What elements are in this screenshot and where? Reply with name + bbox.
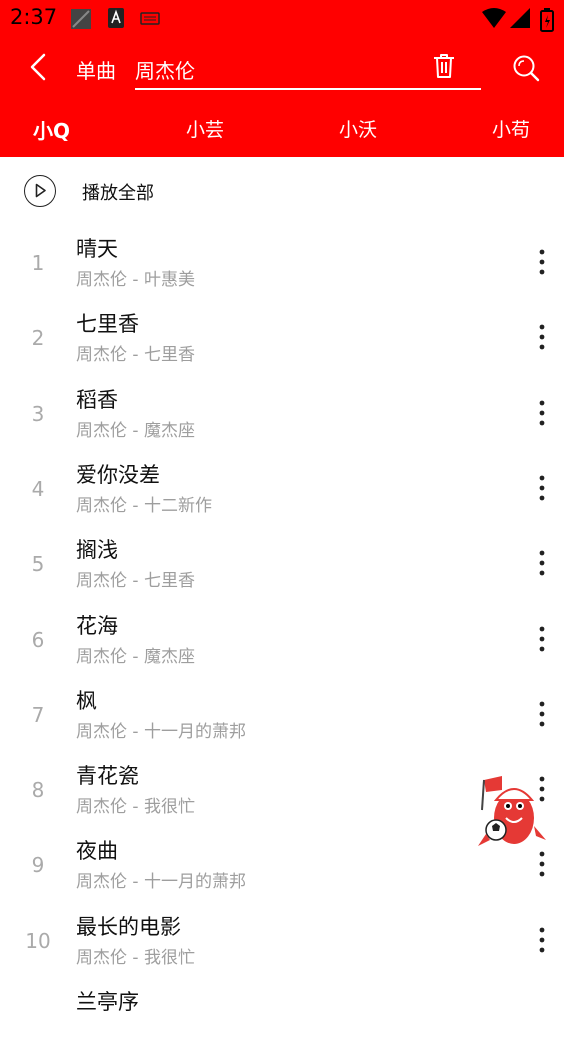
song-title: 青花瓷	[76, 764, 139, 789]
status-time: 2:37	[10, 5, 58, 29]
search-query-text[interactable]: 周杰伦	[135, 55, 195, 84]
song-row[interactable]: 2 七里香周杰伦 - 七里香	[0, 300, 564, 375]
more-options-icon[interactable]	[530, 925, 554, 955]
more-options-icon[interactable]	[530, 398, 554, 428]
song-title: 最长的电影	[76, 914, 181, 939]
song-artist-album: 周杰伦 - 叶惠美	[76, 270, 195, 290]
search-icon[interactable]	[512, 54, 540, 82]
tab-xiaoq[interactable]: 小Q	[33, 115, 70, 144]
song-index: 6	[31, 627, 45, 652]
image-notification-icon	[71, 9, 91, 29]
play-all-icon[interactable]	[24, 175, 56, 207]
play-all-row[interactable]: 播放全部	[0, 157, 564, 225]
song-artist-album: 周杰伦 - 魔杰座	[76, 420, 195, 441]
song-title: 枫	[76, 688, 97, 713]
more-options-icon[interactable]	[530, 322, 554, 352]
song-index: 10	[25, 928, 51, 953]
song-title: 兰亭序	[76, 990, 139, 1014]
tab-xiaoyun[interactable]: 小芸	[186, 115, 224, 142]
song-artist-album: 周杰伦 - 十一月的萧邦	[76, 872, 246, 893]
song-index: 7	[31, 702, 45, 727]
search-type-label[interactable]: 单曲	[76, 55, 116, 84]
song-index: 4	[31, 476, 45, 501]
wifi-icon	[482, 8, 506, 28]
more-options-icon[interactable]	[530, 473, 554, 503]
song-row[interactable]: 5 搁浅周杰伦 - 七里香	[0, 526, 564, 601]
battery-icon	[540, 8, 554, 32]
song-row[interactable]: 10 最长的电影周杰伦 - 我很忙	[0, 903, 564, 978]
song-title: 晴天	[76, 237, 118, 261]
song-artist-album: 周杰伦 - 十二新作	[76, 495, 212, 516]
song-index: 9	[31, 853, 45, 878]
song-index: 2	[31, 326, 45, 351]
song-row[interactable]: 兰亭序	[0, 978, 564, 1053]
song-artist-album: 周杰伦 - 魔杰座	[76, 646, 195, 667]
more-options-icon[interactable]	[530, 247, 554, 277]
song-row[interactable]: 3 稻香周杰伦 - 魔杰座	[0, 376, 564, 451]
song-row[interactable]: 7 枫周杰伦 - 十一月的萧邦	[0, 677, 564, 752]
search-header: 单曲 周杰伦	[0, 38, 564, 98]
song-title: 稻香	[76, 387, 118, 412]
song-row[interactable]: 6 花海周杰伦 - 魔杰座	[0, 602, 564, 677]
search-input[interactable]: 周杰伦	[135, 50, 481, 90]
song-index: 8	[31, 778, 45, 803]
tab-xiaogou[interactable]: 小苟	[492, 115, 530, 142]
status-bar: 2:37	[0, 0, 564, 38]
trash-icon[interactable]	[432, 53, 456, 79]
more-options-icon[interactable]	[530, 624, 554, 654]
source-tabs: 小Q 小芸 小沃 小苟	[0, 98, 564, 157]
song-artist-album: 周杰伦 - 我很忙	[76, 947, 195, 968]
song-title: 七里香	[76, 312, 139, 337]
song-row[interactable]: 1 晴天周杰伦 - 叶惠美	[0, 225, 564, 300]
play-all-label: 播放全部	[82, 183, 154, 204]
song-title: 夜曲	[76, 839, 118, 864]
back-arrow-icon[interactable]	[26, 52, 52, 82]
song-index: 3	[31, 401, 45, 426]
song-index: 5	[31, 552, 45, 577]
keyboard-notification-icon	[140, 12, 160, 25]
song-artist-album: 周杰伦 - 七里香	[76, 345, 195, 366]
song-title: 爱你没差	[76, 462, 160, 487]
app-notification-icon	[108, 8, 124, 28]
song-artist-album: 周杰伦 - 七里香	[76, 571, 195, 592]
mascot-icon[interactable]	[472, 770, 552, 850]
song-artist-album: 周杰伦 - 十一月的萧邦	[76, 721, 246, 742]
more-options-icon[interactable]	[530, 849, 554, 879]
song-title: 花海	[76, 613, 118, 638]
more-options-icon[interactable]	[530, 699, 554, 729]
tab-xiaowo[interactable]: 小沃	[339, 115, 377, 142]
song-artist-album: 周杰伦 - 我很忙	[76, 797, 195, 818]
song-row[interactable]: 4 爱你没差周杰伦 - 十二新作	[0, 451, 564, 526]
more-options-icon[interactable]	[530, 548, 554, 578]
signal-icon	[510, 8, 530, 28]
song-title: 搁浅	[76, 538, 118, 563]
song-index: 1	[31, 251, 45, 275]
